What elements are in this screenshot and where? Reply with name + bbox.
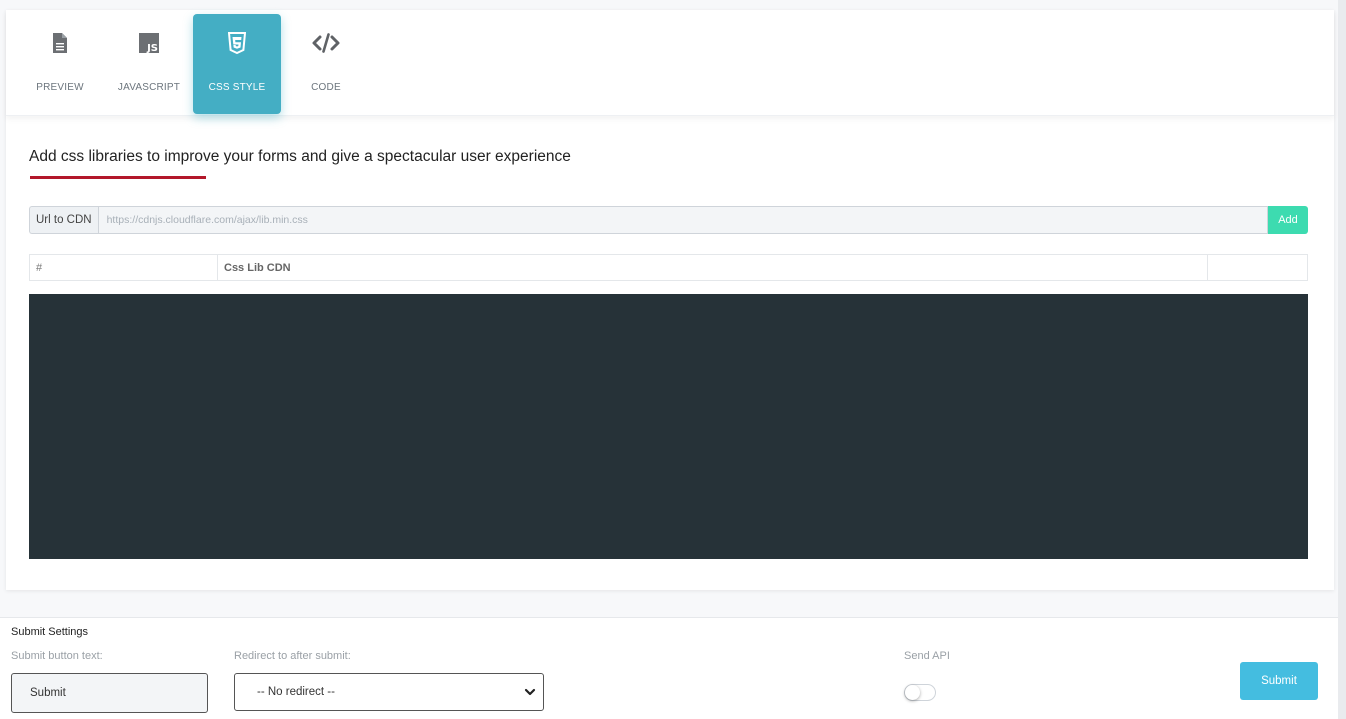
tab-preview[interactable]: PREVIEW <box>26 14 94 114</box>
send-api-toggle[interactable] <box>904 684 936 701</box>
editor-card: PREVIEW JS JAVASCRIPT CSS STYLE CODE Add… <box>6 10 1334 590</box>
column-header-actions <box>1207 254 1308 281</box>
send-api-label: Send API <box>904 650 950 662</box>
tab-bar: PREVIEW JS JAVASCRIPT CSS STYLE CODE <box>6 10 1334 116</box>
toggle-knob <box>905 685 920 700</box>
css-lib-table: # Css Lib CDN <box>29 254 1308 281</box>
scrollbar-track <box>1338 0 1346 719</box>
submit-settings-title: Submit Settings <box>11 626 89 638</box>
redirect-label: Redirect to after submit: <box>234 650 351 662</box>
add-cdn-button[interactable]: Add <box>1268 206 1308 234</box>
tab-label: CSS STYLE <box>208 82 266 93</box>
tab-label: JAVASCRIPT <box>117 82 181 93</box>
code-icon <box>311 32 341 58</box>
tab-label: PREVIEW <box>36 82 84 93</box>
submit-button-text-label: Submit button text: <box>11 650 103 662</box>
submit-button-text-input[interactable] <box>11 673 208 713</box>
section-heading: Add css libraries to improve your forms … <box>29 148 571 165</box>
tab-javascript[interactable]: JS JAVASCRIPT <box>110 14 188 114</box>
submit-settings-panel: Submit Settings Submit button text: Redi… <box>0 617 1338 719</box>
column-header-index: # <box>29 254 218 281</box>
table-header-row: # Css Lib CDN <box>29 254 1308 281</box>
tab-label: CODE <box>311 82 341 93</box>
redirect-select[interactable]: -- No redirect -- <box>234 673 544 711</box>
css-code-editor[interactable] <box>29 294 1308 559</box>
tab-css-style[interactable]: CSS STYLE <box>193 14 281 114</box>
submit-button[interactable]: Submit <box>1240 662 1318 700</box>
page: PREVIEW JS JAVASCRIPT CSS STYLE CODE Add… <box>0 0 1346 719</box>
cdn-input-group: Url to CDN Add <box>29 206 1308 234</box>
cdn-label: Url to CDN <box>29 206 98 234</box>
css3-icon <box>227 32 247 58</box>
svg-text:JS: JS <box>146 43 158 54</box>
redirect-selected-value: -- No redirect -- <box>257 686 335 698</box>
file-icon <box>52 32 68 58</box>
tab-code[interactable]: CODE <box>294 14 358 114</box>
cdn-url-input[interactable] <box>97 206 1268 234</box>
js-icon: JS <box>138 32 160 58</box>
chevron-down-icon <box>523 685 537 702</box>
heading-underline <box>30 176 206 179</box>
column-header-cdn: Css Lib CDN <box>217 254 1208 281</box>
